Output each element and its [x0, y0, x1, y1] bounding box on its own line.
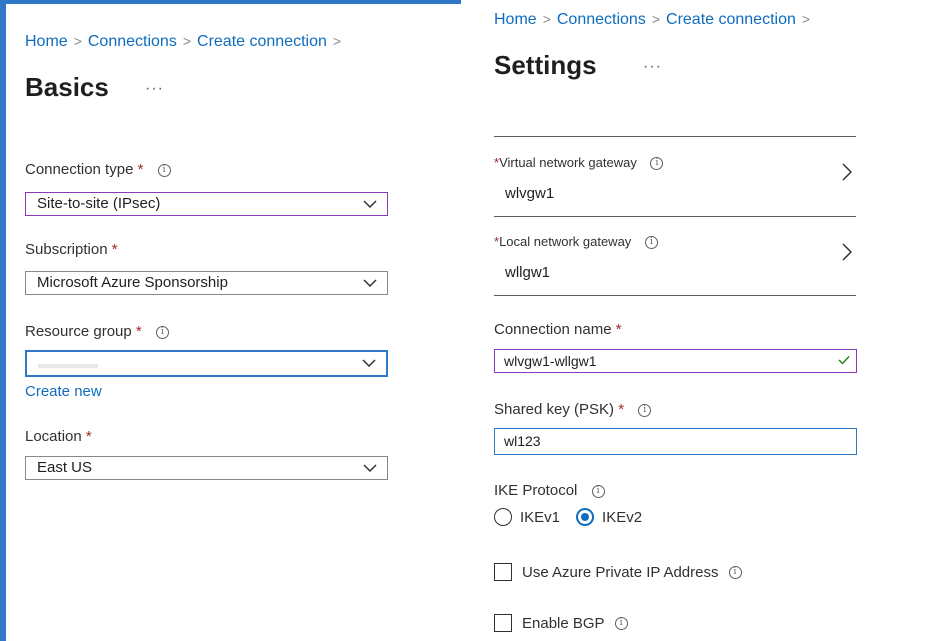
chevron-down-icon: [363, 464, 377, 473]
bgp-label[interactable]: Enable BGP: [522, 615, 605, 632]
chevron-right-icon: >: [332, 33, 342, 49]
create-new-resource-group-link[interactable]: Create new: [25, 383, 102, 400]
chevron-right-icon: >: [182, 33, 192, 49]
chevron-right-icon: >: [542, 11, 551, 27]
resource-group-label-text: Resource group: [25, 323, 132, 340]
connection-name-label-text: Connection name: [494, 321, 612, 338]
breadcrumb-home[interactable]: Home: [494, 11, 537, 28]
virtual-network-gateway-label-text: Virtual network gateway: [499, 155, 637, 170]
connection-name-value: wlvgw1-wllgw1: [504, 353, 597, 369]
bgp-checkbox-row[interactable]: Enable BGP i: [494, 614, 628, 632]
connection-type-label-text: Connection type: [25, 161, 134, 178]
breadcrumb-create-connection[interactable]: Create connection: [197, 33, 327, 50]
ike-protocol-radio-group: IKEv1 IKEv2: [494, 508, 642, 526]
location-label: Location *: [25, 428, 92, 445]
resource-group-label: Resource group * i: [25, 323, 169, 340]
subscription-label-text: Subscription: [25, 241, 108, 258]
private-ip-checkbox[interactable]: [494, 563, 512, 581]
more-options-button-basics[interactable]: ···: [145, 80, 164, 98]
divider: [494, 295, 856, 296]
shared-key-value: wl123: [504, 433, 541, 449]
divider: [494, 136, 856, 137]
ikev2-label[interactable]: IKEv2: [602, 509, 642, 526]
private-ip-checkbox-row[interactable]: Use Azure Private IP Address i: [494, 563, 742, 581]
location-value: East US: [37, 459, 93, 476]
chevron-right-icon[interactable]: [842, 163, 852, 181]
chevron-right-icon: >: [801, 11, 811, 27]
more-options-button-settings[interactable]: ···: [643, 58, 662, 76]
breadcrumb-connections[interactable]: Connections: [88, 33, 177, 50]
chevron-down-icon: [363, 200, 377, 209]
breadcrumb-create-connection[interactable]: Create connection: [666, 11, 796, 28]
ikev1-label[interactable]: IKEv1: [520, 509, 560, 526]
virtual-network-gateway-value: wlvgw1: [505, 185, 555, 202]
ikev1-radio[interactable]: [494, 508, 512, 526]
virtual-network-gateway-label: *Virtual network gateway i: [494, 155, 664, 170]
location-label-text: Location: [25, 428, 82, 445]
ike-protocol-label: IKE Protocol i: [494, 482, 605, 499]
connection-type-value: Site-to-site (IPsec): [37, 195, 161, 212]
ike-protocol-label-text: IKE Protocol: [494, 482, 578, 499]
chevron-right-icon: >: [73, 33, 82, 49]
subscription-label: Subscription *: [25, 241, 118, 258]
resource-group-select[interactable]: [25, 350, 388, 377]
shared-key-label: Shared key (PSK) * i: [494, 401, 652, 418]
ikev2-radio[interactable]: [576, 508, 595, 526]
required-marker: *: [618, 401, 625, 418]
breadcrumb-basics: Home > Connections > Create connection >: [25, 33, 347, 51]
info-icon[interactable]: i: [638, 404, 652, 417]
divider: [494, 216, 856, 217]
connection-type-select[interactable]: Site-to-site (IPsec): [25, 192, 388, 216]
window-top-border: [0, 0, 461, 4]
valid-check-icon: [838, 356, 850, 365]
info-icon[interactable]: i: [644, 236, 658, 249]
breadcrumb-home[interactable]: Home: [25, 33, 68, 50]
info-icon[interactable]: i: [155, 326, 169, 339]
required-marker: *: [111, 241, 118, 258]
breadcrumb-connections[interactable]: Connections: [557, 11, 646, 28]
info-icon[interactable]: i: [614, 616, 628, 630]
bgp-checkbox[interactable]: [494, 614, 512, 632]
required-marker: *: [137, 161, 144, 178]
subscription-value: Microsoft Azure Sponsorship: [37, 274, 228, 291]
page-title-basics: Basics: [25, 72, 109, 102]
window-left-border: [0, 0, 6, 641]
required-marker: *: [615, 321, 622, 338]
info-icon[interactable]: i: [157, 164, 171, 177]
connection-type-label: Connection type * i: [25, 161, 171, 178]
shared-key-input[interactable]: wl123: [494, 428, 857, 455]
location-select[interactable]: East US: [25, 456, 388, 480]
required-marker: *: [85, 428, 92, 445]
chevron-right-icon[interactable]: [842, 243, 852, 261]
subscription-select[interactable]: Microsoft Azure Sponsorship: [25, 271, 388, 295]
local-network-gateway-value: wllgw1: [505, 264, 551, 281]
required-marker: *: [135, 323, 142, 340]
chevron-down-icon: [362, 359, 376, 368]
breadcrumb-settings: Home > Connections > Create connection >: [494, 11, 816, 29]
shared-key-label-text: Shared key (PSK): [494, 401, 615, 418]
page-title-settings: Settings: [494, 50, 597, 80]
info-icon[interactable]: i: [591, 485, 605, 498]
local-network-gateway-label: *Local network gateway i: [494, 234, 658, 249]
connection-name-input[interactable]: wlvgw1-wllgw1: [494, 349, 857, 373]
chevron-right-icon: >: [651, 11, 661, 27]
chevron-down-icon: [363, 279, 377, 288]
info-icon[interactable]: i: [728, 565, 742, 579]
info-icon[interactable]: i: [650, 157, 664, 170]
connection-name-label: Connection name *: [494, 321, 622, 338]
private-ip-label[interactable]: Use Azure Private IP Address: [522, 564, 719, 581]
redacted-value: [38, 364, 98, 369]
local-network-gateway-label-text: Local network gateway: [499, 234, 632, 249]
